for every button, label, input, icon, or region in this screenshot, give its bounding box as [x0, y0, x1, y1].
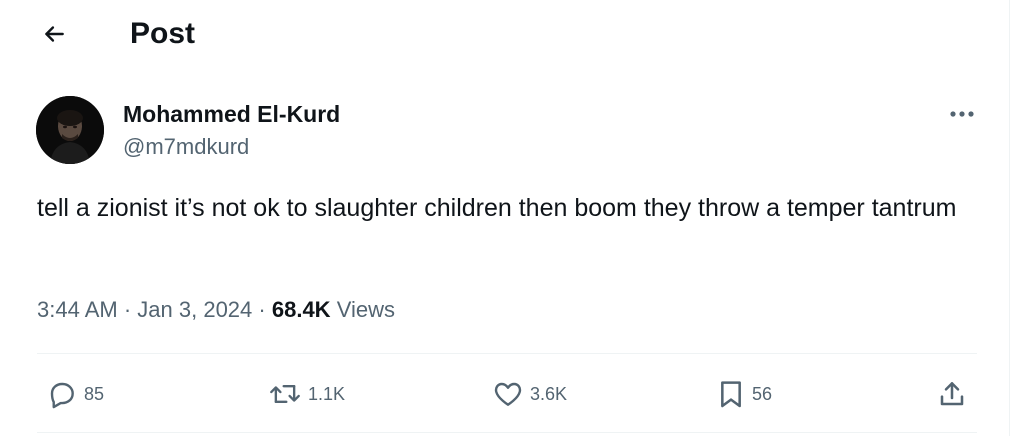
arrow-left-icon	[41, 21, 67, 47]
more-button[interactable]	[944, 100, 980, 128]
reply-button[interactable]: 85	[46, 376, 104, 412]
page-title: Post	[130, 17, 196, 50]
repost-count: 1.1K	[308, 383, 346, 404]
reply-count: 85	[84, 383, 105, 404]
meta-separator: ·	[258, 297, 266, 322]
views-count: 68.4K	[271, 297, 331, 322]
back-button[interactable]	[34, 14, 74, 54]
author-name[interactable]: Mohammed El-Kurd	[123, 100, 340, 128]
tweet-date[interactable]: Jan 3, 2024	[137, 297, 252, 322]
repost-icon	[268, 378, 302, 410]
avatar[interactable]	[36, 96, 104, 164]
like-button[interactable]: 3.6K	[492, 376, 567, 412]
bookmark-button[interactable]: 56	[716, 376, 772, 412]
tweet-time[interactable]: 3:44 AM	[37, 297, 118, 322]
bookmark-count: 56	[752, 383, 773, 404]
heart-icon	[492, 378, 524, 410]
share-icon	[936, 378, 968, 410]
author-handle[interactable]: @m7mdkurd	[123, 133, 249, 161]
divider	[37, 353, 977, 354]
repost-button[interactable]: 1.1K	[268, 376, 345, 412]
views-label: Views	[336, 297, 395, 322]
tweet-meta: 3:44 AM · Jan 3, 2024 · 68.4K Views	[37, 294, 395, 326]
tweet-text: tell a zionist it’s not ok to slaughter …	[37, 194, 957, 222]
share-button[interactable]	[936, 376, 968, 412]
more-horizontal-icon	[949, 110, 975, 118]
post-page: Post Mohammed El-Kurd @m7mdkurd tell a z…	[0, 0, 1020, 436]
bottom-divider	[37, 432, 977, 433]
bookmark-icon	[716, 378, 746, 410]
meta-separator: ·	[123, 297, 132, 322]
like-count: 3.6K	[530, 383, 568, 404]
reply-icon	[46, 378, 78, 410]
column-border	[1009, 0, 1010, 436]
